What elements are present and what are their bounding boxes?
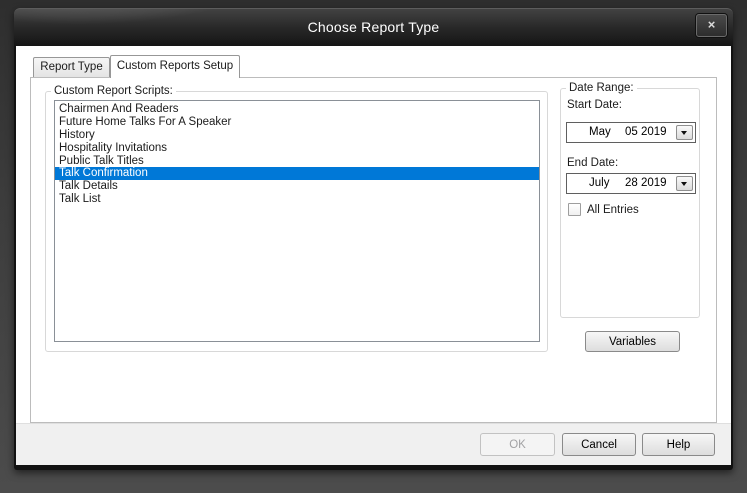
start-date-combobox[interactable]: May 05 2019	[566, 122, 696, 143]
list-item[interactable]: Talk Confirmation	[55, 167, 539, 181]
chevron-down-icon	[681, 131, 687, 135]
ok-button[interactable]: OK	[480, 433, 555, 456]
variables-button[interactable]: Variables	[585, 331, 680, 352]
custom-report-scripts-label: Custom Report Scripts:	[51, 85, 176, 97]
date-range-label: Date Range:	[566, 82, 637, 94]
close-icon: ×	[707, 17, 716, 32]
list-item[interactable]: Talk List	[55, 193, 539, 206]
list-item[interactable]: Chairmen And Readers	[55, 103, 539, 116]
custom-reports-setup-page: Custom Report Scripts: Chairmen And Read…	[30, 77, 717, 423]
date-range-group: Date Range: Start Date: May 05 2019 End …	[560, 82, 700, 318]
start-date-dropdown-button[interactable]	[676, 125, 693, 140]
all-entries-row[interactable]: All Entries	[568, 203, 639, 216]
chevron-down-icon	[681, 182, 687, 186]
help-button[interactable]: Help	[642, 433, 715, 456]
start-date-day-year: 05 2019	[625, 126, 667, 138]
all-entries-checkbox[interactable]	[568, 203, 581, 216]
end-date-dropdown-button[interactable]	[676, 176, 693, 191]
close-button[interactable]: ×	[696, 14, 727, 37]
footer-bar: OK Cancel Help	[16, 423, 731, 465]
list-item[interactable]: Talk Details	[55, 180, 539, 193]
list-item[interactable]: Future Home Talks For A Speaker	[55, 116, 539, 129]
start-date-month: May	[589, 126, 611, 138]
end-date-label: End Date:	[567, 157, 619, 169]
list-item[interactable]: History	[55, 129, 539, 142]
list-item[interactable]: Public Talk Titles	[55, 155, 539, 168]
end-date-day-year: 28 2019	[625, 177, 667, 189]
start-date-label: Start Date:	[567, 99, 622, 111]
tab-custom-reports-setup[interactable]: Custom Reports Setup	[110, 55, 240, 78]
cancel-button[interactable]: Cancel	[562, 433, 636, 456]
all-entries-label[interactable]: All Entries	[587, 204, 639, 216]
window-title: Choose Report Type	[307, 19, 440, 35]
end-date-combobox[interactable]: July 28 2019	[566, 173, 696, 194]
dialog-client-area: Report Type Custom Reports Setup Custom …	[16, 46, 731, 465]
tab-report-type[interactable]: Report Type	[33, 57, 110, 77]
custom-report-scripts-list[interactable]: Chairmen And Readers Future Home Talks Fo…	[54, 100, 540, 342]
end-date-month: July	[589, 177, 610, 189]
choose-report-type-dialog: Choose Report Type × Report Type Custom …	[14, 8, 733, 470]
list-item[interactable]: Hospitality Invitations	[55, 142, 539, 155]
title-bar[interactable]: Choose Report Type ×	[14, 8, 733, 46]
